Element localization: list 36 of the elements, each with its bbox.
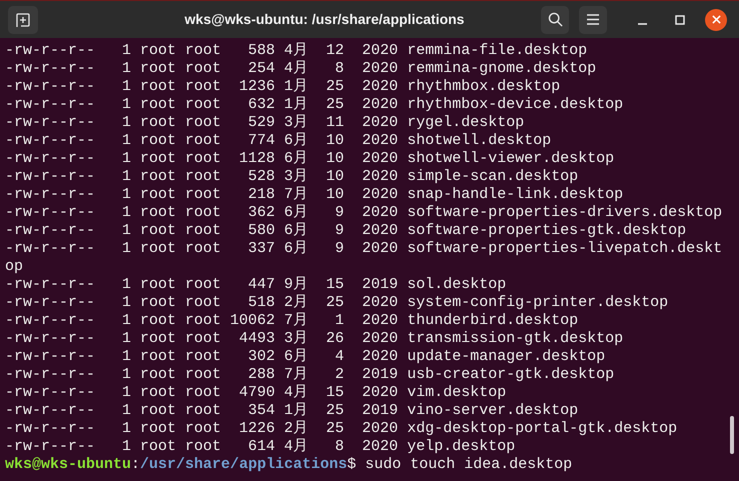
prompt-line: wks@wks-ubuntu:/usr/share/applications$ sudo touch idea.desktop — [5, 456, 572, 474]
scrollbar — [730, 416, 734, 454]
output-line: -rw-r--r-- 1 root root 10062 7月 1 2020 thunderbird.desktop — [5, 312, 578, 330]
output-line: -rw-r--r-- 1 root root 447 9月 15 2019 sol.desktop — [5, 276, 506, 294]
output-line: -rw-r--r-- 1 root root 337 6月 9 2020 software-properties-livepatch.deskt — [5, 240, 722, 258]
close-button[interactable] — [705, 8, 727, 30]
output-line: -rw-r--r-- 1 root root 614 4月 8 2020 yelp.desktop — [5, 438, 516, 456]
new-tab-icon — [15, 12, 31, 28]
menu-button[interactable] — [579, 6, 607, 34]
search-button[interactable] — [541, 6, 569, 34]
output-line: -rw-r--r-- 1 root root 362 6月 9 2020 software-properties-drivers.desktop — [5, 204, 722, 222]
output-line: -rw-r--r-- 1 root root 518 2月 25 2020 system-config-printer.desktop — [5, 294, 668, 312]
output-line: -rw-r--r-- 1 root root 1236 1月 25 2020 rhythmbox.desktop — [5, 78, 560, 96]
output-line: op — [5, 258, 24, 276]
new-tab-button[interactable] — [8, 6, 38, 34]
minimize-icon — [638, 22, 646, 24]
menu-icon — [587, 14, 599, 25]
output-line: -rw-r--r-- 1 root root 580 6月 9 2020 software-properties-gtk.desktop — [5, 222, 686, 240]
search-icon — [548, 12, 562, 27]
output-line: -rw-r--r-- 1 root root 4790 4月 15 2020 vim.desktop — [5, 384, 506, 402]
output-line: -rw-r--r-- 1 root root 218 7月 10 2020 snap-handle-link.desktop — [5, 186, 624, 204]
output-line: -rw-r--r-- 1 root root 529 3月 11 2020 rygel.desktop — [5, 114, 524, 132]
output-line: -rw-r--r-- 1 root root 288 7月 2 2019 usb-creator-gtk.desktop — [5, 366, 614, 384]
maximize-icon — [675, 14, 685, 24]
output-line: -rw-r--r-- 1 root root 588 4月 12 2020 remmina-file.desktop — [5, 42, 588, 60]
output-line: -rw-r--r-- 1 root root 4493 3月 26 2020 transmission-gtk.desktop — [5, 330, 624, 348]
output-line: -rw-r--r-- 1 root root 354 1月 25 2019 vino-server.desktop — [5, 402, 578, 420]
output-line: -rw-r--r-- 1 root root 632 1月 25 2020 rhythmbox-device.desktop — [5, 96, 624, 114]
output-line: -rw-r--r-- 1 root root 528 3月 10 2020 simple-scan.desktop — [5, 168, 578, 186]
output-line: -rw-r--r-- 1 root root 1226 2月 25 2020 xdg-desktop-portal-gtk.desktop — [5, 420, 678, 438]
output-line: -rw-r--r-- 1 root root 774 6月 10 2020 shotwell.desktop — [5, 132, 552, 150]
output-line: -rw-r--r-- 1 root root 302 6月 4 2020 update-manager.desktop — [5, 348, 606, 366]
output-line: -rw-r--r-- 1 root root 1128 6月 10 2020 shotwell-viewer.desktop — [5, 150, 614, 168]
output-line: -rw-r--r-- 1 root root 254 4月 8 2020 remmina-gnome.desktop — [5, 60, 596, 78]
close-icon — [712, 15, 720, 24]
window-title: wks@wks-ubuntu: /usr/share/applications — [184, 10, 464, 29]
